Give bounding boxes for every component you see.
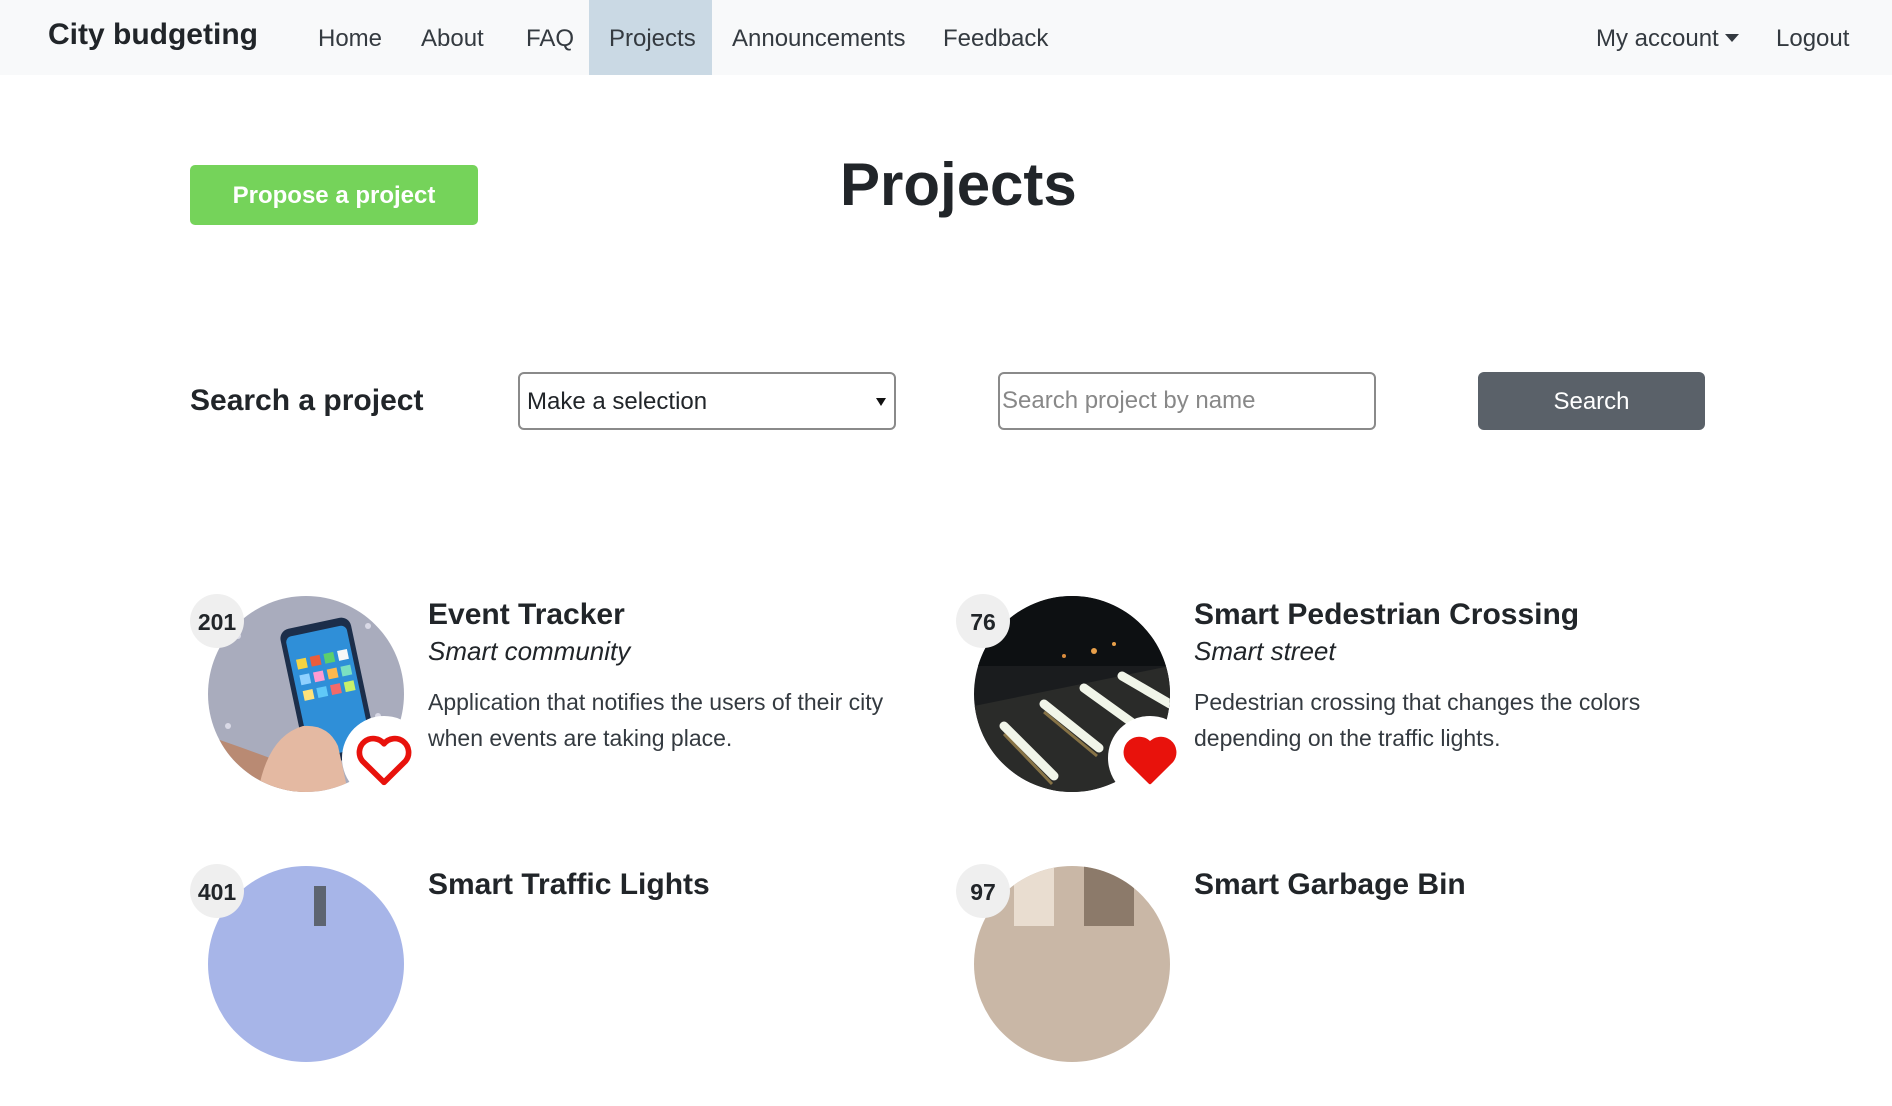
- nav-home[interactable]: Home: [298, 0, 402, 75]
- project-description: Pedestrian crossing that changes the col…: [1194, 689, 1641, 751]
- search-input[interactable]: [998, 372, 1376, 430]
- project-card[interactable]: 401 Smart Traffic Lights: [190, 864, 950, 1106]
- category-select-value: Make a selection: [527, 388, 708, 415]
- nav-logout[interactable]: Logout: [1756, 0, 1869, 75]
- vote-count-badge: 201: [190, 594, 244, 648]
- nav-announcements[interactable]: Announcements: [712, 0, 925, 75]
- search-label: Search a project: [190, 384, 424, 417]
- my-account-label: My account: [1596, 25, 1719, 52]
- nav-feedback[interactable]: Feedback: [923, 0, 1068, 75]
- nav-projects[interactable]: Projects: [589, 0, 712, 75]
- project-description: Application that notifies the users of t…: [428, 689, 884, 751]
- project-title[interactable]: Event Tracker: [428, 598, 625, 632]
- project-title[interactable]: Smart Garbage Bin: [1194, 868, 1466, 902]
- vote-count-badge: 76: [956, 594, 1010, 648]
- project-card[interactable]: 76 Smart Pedestrian Crossing Smart stree…: [956, 594, 1716, 836]
- project-category: Smart community: [428, 636, 631, 666]
- my-account-dropdown[interactable]: My account: [1576, 0, 1759, 75]
- nav-faq[interactable]: FAQ: [506, 0, 594, 75]
- heart-filled-icon: [1123, 736, 1177, 785]
- like-button[interactable]: [342, 716, 426, 800]
- page-title: Projects: [840, 151, 1077, 218]
- nav-about[interactable]: About: [401, 0, 504, 75]
- project-category: Smart street: [1194, 636, 1336, 666]
- category-select[interactable]: Make a selection: [518, 372, 896, 430]
- project-title[interactable]: Smart Pedestrian Crossing: [1194, 598, 1579, 632]
- project-card[interactable]: 201 Event Tracker Smart community Applic…: [190, 594, 950, 836]
- brand-logo[interactable]: City budgeting: [48, 18, 258, 52]
- caret-down-icon: [1724, 33, 1739, 42]
- search-button[interactable]: Search: [1478, 372, 1705, 430]
- heart-outline-icon: [356, 735, 412, 786]
- propose-project-button[interactable]: Propose a project: [190, 165, 478, 225]
- select-arrow-icon: [876, 398, 886, 406]
- project-card[interactable]: 97 Smart Garbage Bin: [956, 864, 1716, 1106]
- project-title[interactable]: Smart Traffic Lights: [428, 868, 710, 902]
- vote-count-badge: 97: [956, 864, 1010, 918]
- like-button[interactable]: [1108, 716, 1192, 800]
- top-navbar: City budgeting Home About FAQ Projects A…: [0, 0, 1892, 75]
- vote-count-badge: 401: [190, 864, 244, 918]
